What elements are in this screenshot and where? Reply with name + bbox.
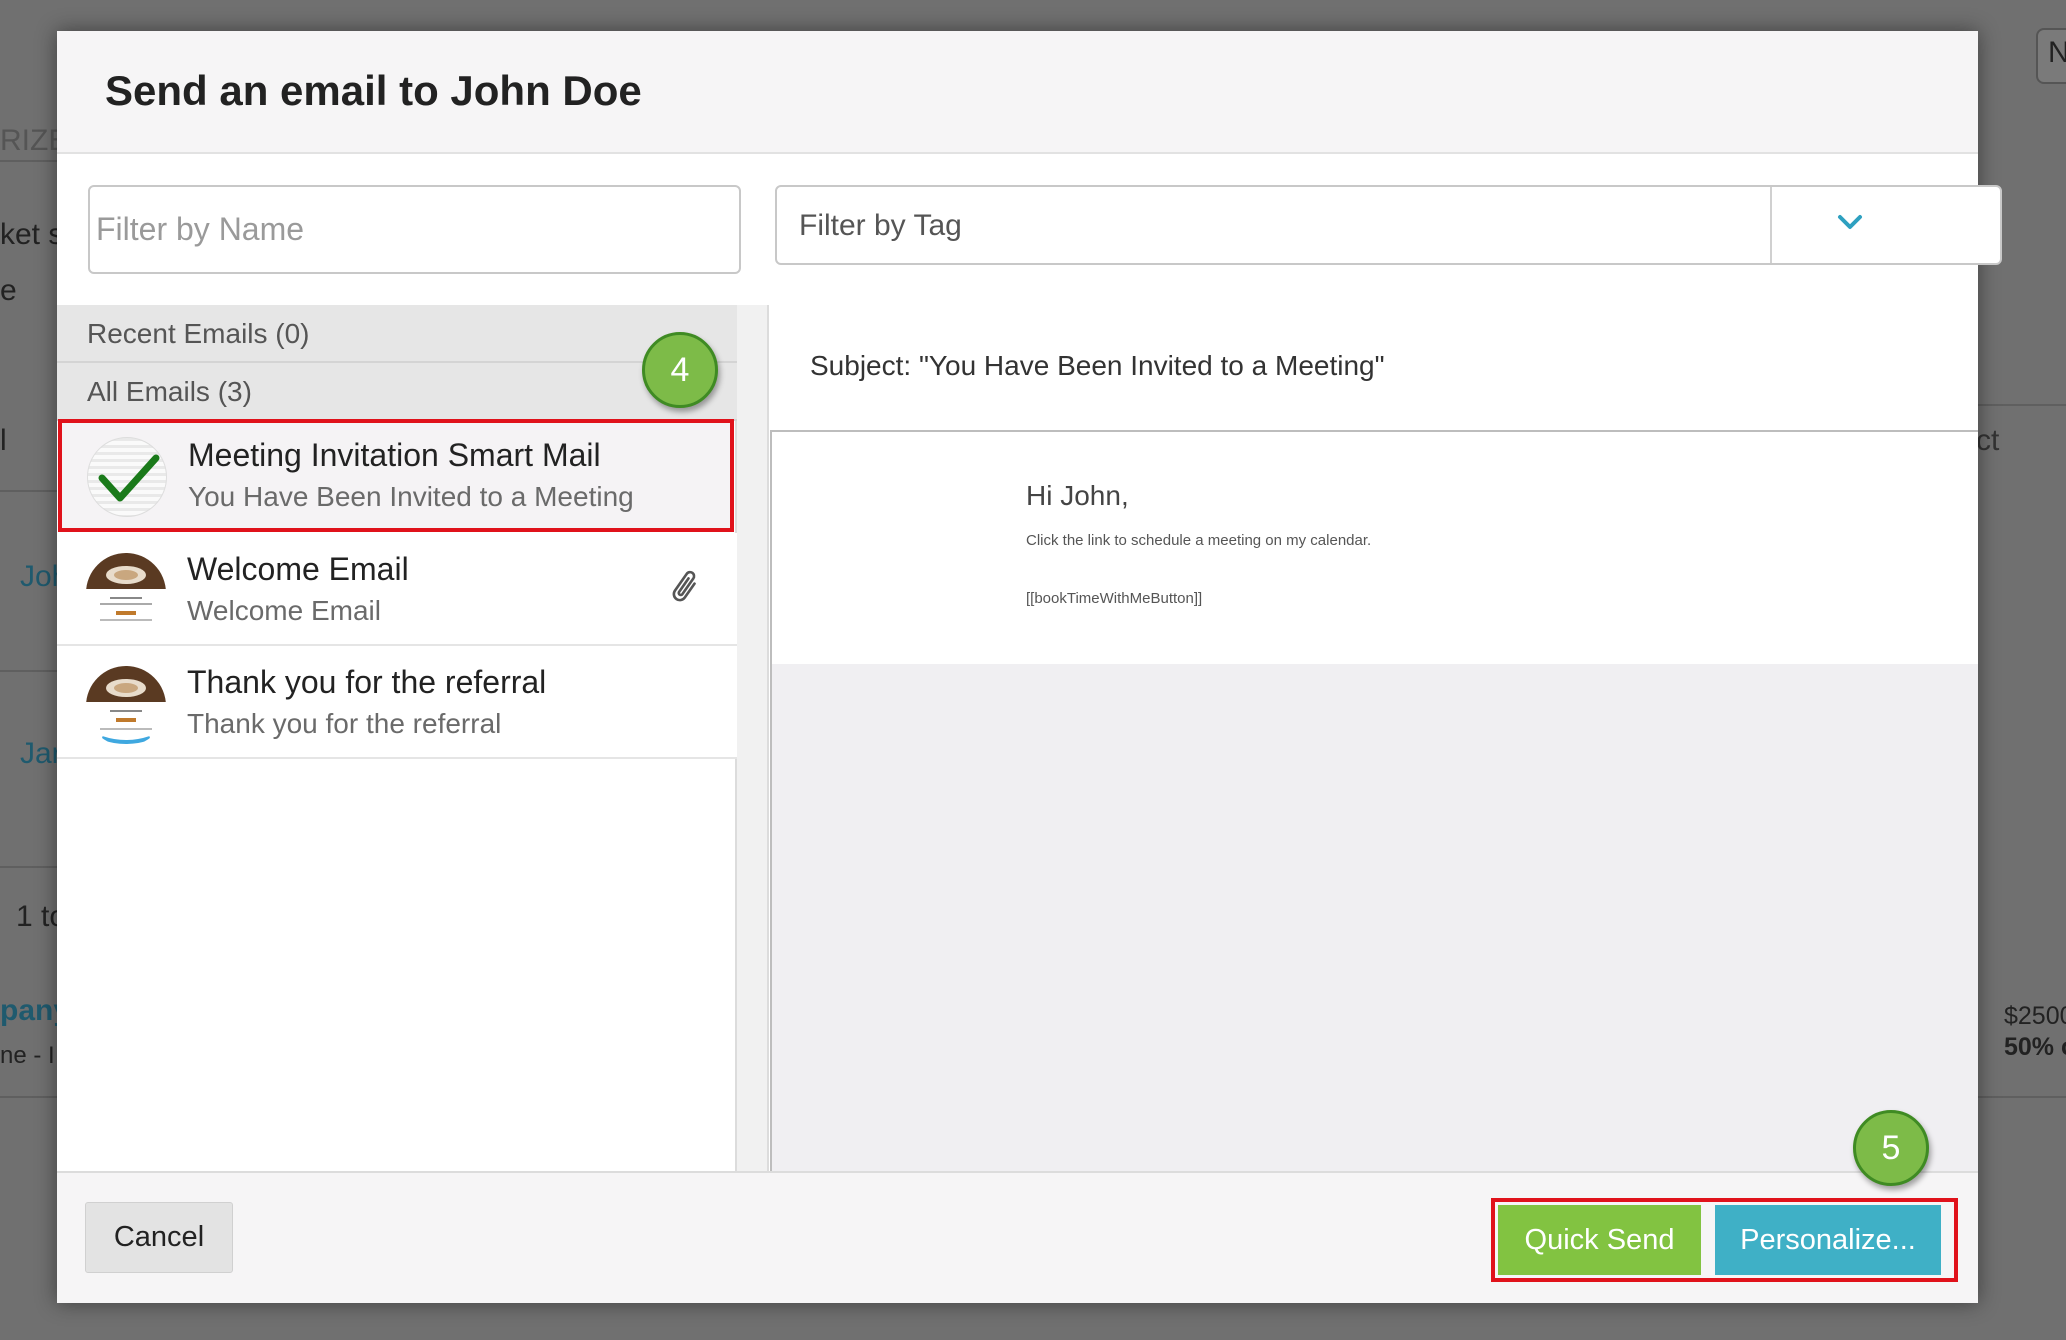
background-divider — [0, 866, 60, 868]
coffee-thumbnail — [86, 553, 166, 633]
background-e-text: e — [0, 274, 17, 307]
email-preview-body: Hi John, Click the link to schedule a me… — [772, 432, 1978, 664]
filter-by-tag-label: Filter by Tag — [799, 209, 962, 242]
preview-text: Click the link to schedule a meeting on … — [1026, 532, 1372, 549]
background-button: N — [2036, 28, 2066, 84]
paperclip-icon — [672, 570, 696, 602]
email-item-subtitle: Welcome Email — [187, 595, 381, 626]
all-emails-header[interactable]: All Emails (3) — [57, 363, 737, 421]
background-price: $2500 — [2004, 1002, 2066, 1030]
list-scrollbar[interactable] — [737, 305, 769, 1171]
background-ct-text: ct — [1976, 424, 2000, 457]
email-item-referral[interactable]: Thank you for the referral Thank you for… — [57, 646, 737, 759]
quick-send-button[interactable]: Quick Send — [1498, 1205, 1701, 1275]
step-badge-4: 4 — [642, 332, 718, 408]
background-button-label: N — [2048, 36, 2066, 69]
background-discount: 50% c — [2004, 1033, 2066, 1061]
background-divider — [0, 670, 60, 672]
email-item-title: Meeting Invitation Smart Mail — [188, 437, 601, 473]
background-divider — [0, 1096, 60, 1098]
email-item-title: Thank you for the referral — [187, 664, 547, 700]
modal-header: Send an email to John Doe — [57, 31, 1978, 154]
background-contact-link: Jar — [20, 737, 62, 770]
filter-by-tag-dropdown[interactable]: Filter by Tag — [775, 185, 2002, 265]
email-template-list: Recent Emails (0) All Emails (3) Meeting… — [57, 305, 737, 1171]
background-divider — [0, 490, 60, 492]
modal-footer: Cancel Quick Send Personalize... — [57, 1171, 1978, 1303]
send-email-modal: Send an email to John Doe Filter by Tag … — [57, 31, 2002, 1303]
email-subject: Subject: "You Have Been Invited to a Mee… — [810, 350, 1385, 381]
background-divider — [0, 160, 60, 162]
coffee-thumbnail — [86, 666, 166, 746]
filter-by-name-input[interactable] — [88, 185, 741, 274]
email-preview: Hi John, Click the link to schedule a me… — [770, 430, 1978, 1171]
email-item-meeting-invitation[interactable]: Meeting Invitation Smart Mail You Have B… — [58, 419, 734, 532]
email-item-subtitle: You Have Been Invited to a Meeting — [188, 481, 634, 512]
background-l-text: l — [0, 424, 7, 457]
dropdown-divider — [1770, 187, 1772, 263]
check-icon — [87, 437, 167, 517]
email-item-welcome[interactable]: Welcome Email Welcome Email — [57, 533, 737, 646]
chevron-down-icon[interactable] — [1835, 211, 1865, 235]
preview-merge-field: [[bookTimeWithMeButton]] — [1026, 590, 1203, 607]
recent-emails-header[interactable]: Recent Emails (0) — [57, 305, 737, 363]
modal-title: Send an email to John Doe — [105, 67, 642, 114]
preview-greeting: Hi John, — [1026, 480, 1129, 511]
background-company-sub: ne - I — [0, 1042, 55, 1069]
email-item-subtitle: Thank you for the referral — [187, 708, 502, 739]
background-divider — [1978, 404, 2066, 406]
subject-bar: Subject: "You Have Been Invited to a Mee… — [770, 305, 1978, 430]
step-badge-5: 5 — [1853, 1110, 1929, 1186]
email-item-title: Welcome Email — [187, 551, 409, 587]
personalize-button[interactable]: Personalize... — [1715, 1205, 1941, 1275]
background-divider — [1978, 1096, 2066, 1098]
cancel-button[interactable]: Cancel — [85, 1202, 233, 1273]
